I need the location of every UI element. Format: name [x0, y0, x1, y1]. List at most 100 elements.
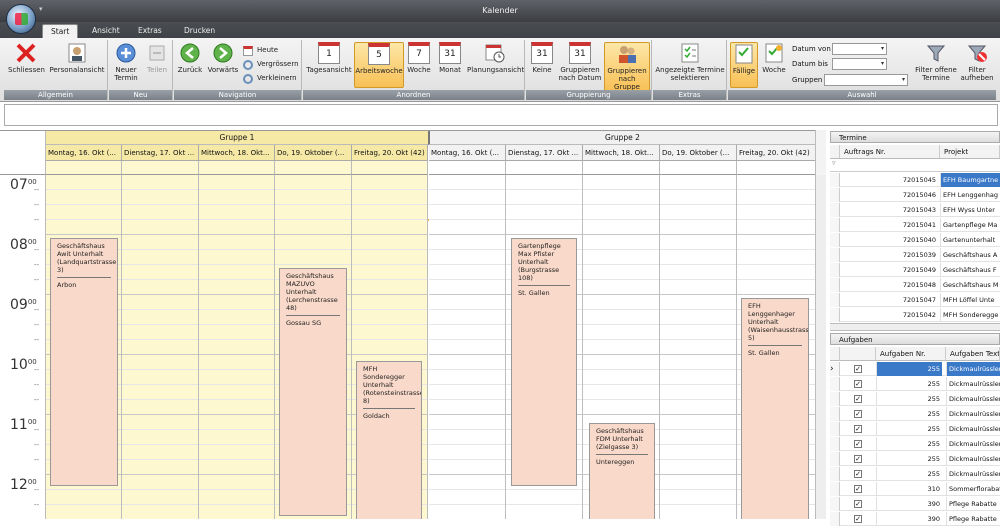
table-row[interactable]: 72015049 Geschäftshaus F [830, 263, 1000, 277]
table-row[interactable]: 72015042 MFH Sonderegge [830, 308, 1000, 322]
table-row[interactable]: ✓ 390 Pflege Rabatte [830, 497, 1000, 511]
allday-cell[interactable] [429, 161, 506, 175]
day-column-g1-2[interactable] [199, 175, 275, 519]
table-row[interactable]: 72015040 Gartenunterhalt [830, 233, 1000, 247]
table-row[interactable]: ✓ 255 Dickmaulrüssler [830, 377, 1000, 391]
neuer-termin-button[interactable]: Neuer Termin [111, 42, 141, 82]
appointment[interactable]: MFH Sonderegger Unterhalt (Rotensteinstr… [356, 361, 422, 519]
tab-drucken[interactable]: Drucken [176, 24, 223, 38]
allday-cell[interactable] [46, 161, 122, 175]
keine-button[interactable]: 31 Keine [528, 42, 556, 74]
calendar-scrollbar[interactable] [815, 175, 826, 519]
appointment[interactable]: EFH Lenggenhager Unterhalt (Waisenhausst… [741, 298, 809, 519]
row-checkbox[interactable]: ✓ [854, 380, 862, 388]
appointment[interactable]: Geschäftshaus Awit Unterhalt (Landquarts… [50, 238, 118, 486]
table-row[interactable]: ✓ 390 Pflege Rabatte [830, 512, 1000, 526]
planungsansicht-button[interactable]: Planungsansicht [467, 42, 524, 74]
allday-cell[interactable] [583, 161, 660, 175]
filter-aufheben-button[interactable]: Filter aufheben [960, 42, 994, 82]
day-header-g2-0[interactable]: Montag, 16. Okt (... [429, 145, 506, 161]
day-column-g1-1[interactable] [122, 175, 199, 519]
table-row[interactable]: ✓ 255 Dickmaulrüssler [830, 437, 1000, 451]
woche-filter-button[interactable]: Woche [760, 42, 788, 74]
filter-offene-termine-button[interactable]: Filter offene Termine [914, 42, 958, 82]
datum-bis-select[interactable]: ▾ [832, 58, 887, 70]
day-header-g2-2[interactable]: Mittwoch, 18. Okt... [583, 145, 660, 161]
day-header-g1-2[interactable]: Mittwoch, 18. Okt... [199, 145, 275, 161]
allday-cell[interactable] [199, 161, 275, 175]
row-checkbox[interactable]: ✓ [854, 440, 862, 448]
faellige-button[interactable]: Fällige [730, 42, 758, 88]
gruppieren-nach-datum-button[interactable]: 31 Gruppieren nach Datum [558, 42, 602, 82]
termine-col-auftragsnr[interactable]: Auftrags Nr. [840, 145, 940, 159]
table-row[interactable]: 72015043 EFH Wyss Unter [830, 203, 1000, 217]
panel-scrollbar[interactable] [830, 323, 1000, 331]
table-row[interactable]: ✓ 255 Dickmaulrüssler [830, 422, 1000, 436]
table-row[interactable]: 72015046 EFH Lenggenhag [830, 188, 1000, 202]
table-row[interactable]: ✓ 255 Dickmaulrüssler [830, 467, 1000, 481]
aufgaben-col-nr[interactable]: Aufgaben Nr. [876, 347, 946, 361]
app-menu-button[interactable] [6, 4, 36, 34]
day-header-g2-3[interactable]: Do, 19. Oktober (... [660, 145, 737, 161]
day-column-g2-0[interactable] [429, 175, 506, 519]
appointment[interactable]: Geschäftshaus FDM Unterhalt (Zielgasse 3… [589, 423, 655, 519]
row-checkbox[interactable]: ✓ [854, 470, 862, 478]
allday-cell[interactable] [275, 161, 352, 175]
table-row[interactable]: 72015041 Gartenpflege Ma [830, 218, 1000, 232]
gruppen-select[interactable]: ▾ [824, 74, 908, 86]
allday-cell[interactable] [352, 161, 428, 175]
arbeitswoche-button[interactable]: 5 Arbeitswoche [354, 42, 404, 88]
table-row[interactable]: 72015045 EFH Baumgartne [830, 173, 1000, 187]
teilen-button[interactable]: Teilen [143, 42, 171, 74]
tab-start[interactable]: Start [42, 24, 78, 38]
day-header-g1-0[interactable]: Montag, 16. Okt (... [46, 145, 122, 161]
tagesansicht-button[interactable]: 1 Tagesansicht [305, 42, 353, 74]
woche-button[interactable]: 7 Woche [405, 42, 433, 74]
tab-extras[interactable]: Extras [130, 24, 170, 38]
verkleinern-button[interactable]: Verkleinern [243, 73, 297, 84]
termine-col-projekt[interactable]: Projekt [940, 145, 1000, 159]
monat-button[interactable]: 31 Monat [435, 42, 465, 74]
row-checkbox[interactable]: ✓ [854, 410, 862, 418]
table-row[interactable]: ✓ 255 Dickmaulrüssler [830, 392, 1000, 406]
table-row[interactable]: ✓ 255 Dickmaulrüssler [830, 407, 1000, 421]
termine-filter-row[interactable]: ▿ [830, 159, 1000, 172]
day-header-g1-4[interactable]: Freitag, 20. Okt (42) [352, 145, 428, 161]
zurueck-button[interactable]: Zurück [176, 42, 204, 74]
row-checkbox[interactable]: ✓ [854, 515, 862, 523]
table-row[interactable]: 72015039 Geschäftshaus A [830, 248, 1000, 262]
row-checkbox[interactable]: ✓ [854, 500, 862, 508]
row-checkbox[interactable]: ✓ [854, 425, 862, 433]
heute-button[interactable]: Heute [243, 45, 278, 56]
row-checkbox[interactable]: ✓ [854, 365, 862, 373]
schliessen-button[interactable]: Schliessen [8, 42, 45, 74]
row-checkbox[interactable]: ✓ [854, 395, 862, 403]
filter-bar[interactable] [4, 104, 998, 126]
table-row[interactable]: ✓ 310 Sommerflorabat [830, 482, 1000, 496]
gruppieren-nach-gruppe-button[interactable]: Gruppieren nach Gruppe [604, 42, 650, 92]
day-header-g1-1[interactable]: Dienstag, 17. Okt ... [122, 145, 199, 161]
appointment[interactable]: Gartenpflege Max Pfister Unterhalt (Burg… [511, 238, 577, 486]
row-checkbox[interactable]: ✓ [854, 485, 862, 493]
row-checkbox[interactable]: ✓ [854, 455, 862, 463]
angezeigte-termine-selektieren-button[interactable]: Angezeigte Termine selektieren [655, 42, 725, 82]
table-row[interactable]: 72015047 MFH Löffel Unte [830, 293, 1000, 307]
tab-ansicht[interactable]: Ansicht [84, 24, 128, 38]
vorwaerts-button[interactable]: Vorwärts [206, 42, 240, 74]
vergroessern-button[interactable]: Vergrössern [243, 59, 299, 70]
allday-cell[interactable] [660, 161, 737, 175]
day-header-g2-1[interactable]: Dienstag, 17. Okt ... [506, 145, 583, 161]
day-header-g2-4[interactable]: Freitag, 20. Okt (42) [737, 145, 816, 161]
day-header-g1-3[interactable]: Do, 19. Oktober (... [275, 145, 352, 161]
table-row[interactable]: 72015048 Geschäftshaus M [830, 278, 1000, 292]
table-row[interactable]: ✓ 255 Dickmaulrüssler [830, 452, 1000, 466]
allday-cell[interactable] [122, 161, 199, 175]
table-row[interactable]: › ✓ 255 Dickmaulrüssler [830, 362, 1000, 376]
aufgaben-col-text[interactable]: Aufgaben Text [946, 347, 1000, 361]
appointment[interactable]: Geschäftshaus MAZUVO Unterhalt (Lerchens… [279, 268, 347, 516]
day-column-g2-3[interactable] [660, 175, 737, 519]
allday-cell[interactable] [506, 161, 583, 175]
datum-von-select[interactable]: ▾ [832, 43, 887, 55]
allday-cell[interactable] [737, 161, 816, 175]
personalansicht-button[interactable]: Personalansicht [48, 42, 106, 74]
